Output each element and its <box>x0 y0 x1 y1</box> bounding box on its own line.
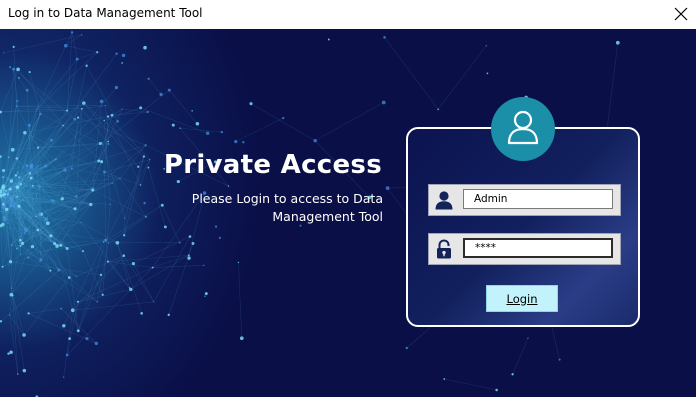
password-input[interactable] <box>463 238 613 258</box>
username-row <box>428 184 621 216</box>
username-input[interactable] <box>463 189 613 209</box>
page-heading: Private Access <box>163 150 382 180</box>
password-row <box>428 233 621 265</box>
close-icon <box>674 7 688 21</box>
login-button[interactable]: Login <box>486 285 558 312</box>
user-icon <box>429 185 458 215</box>
lock-icon <box>429 234 458 264</box>
close-button[interactable] <box>666 0 696 29</box>
user-avatar-icon <box>491 97 555 161</box>
login-instructions: Please Login to access to Data Managemen… <box>191 191 383 224</box>
window-title: Log in to Data Management Tool <box>8 6 203 20</box>
login-background: Private Access Please Login to access to… <box>0 29 696 397</box>
window-titlebar: Log in to Data Management Tool <box>0 0 696 29</box>
